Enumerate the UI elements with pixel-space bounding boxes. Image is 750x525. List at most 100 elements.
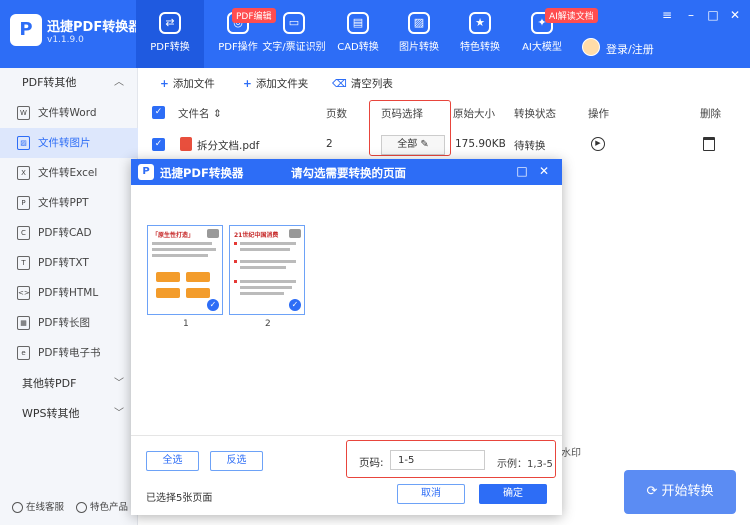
sidebar-group-label: WPS转其他 xyxy=(22,407,80,420)
sidebar-item-word[interactable]: W 文件转Word xyxy=(0,98,138,128)
sidebar-item-label: 文件转Word xyxy=(38,107,97,119)
pdf-file-icon xyxy=(180,137,192,151)
file-size: 175.90KB xyxy=(455,138,506,150)
image-icon: ▨ xyxy=(17,136,30,150)
page-range-label: 页码: xyxy=(359,457,384,469)
close-icon[interactable]: ✕ xyxy=(728,8,742,22)
ai-doc-badge: AI解读文档 xyxy=(545,8,598,23)
nav-special[interactable]: ★ 特色转换 xyxy=(446,0,514,68)
sidebar-group-other-to-pdf[interactable]: 其他转PDF ﹀ xyxy=(0,369,138,399)
word-icon: W xyxy=(17,106,30,120)
page-thumbnail-1[interactable]: 「原生性打造」 ✓ xyxy=(147,225,223,315)
text-line xyxy=(152,248,216,251)
file-name: 拆分文档.pdf xyxy=(197,140,260,152)
app-logo: P xyxy=(10,14,42,46)
sidebar-item-cad[interactable]: C PDF转CAD xyxy=(0,218,138,248)
orange-block xyxy=(156,272,180,282)
file-status: 待转换 xyxy=(514,140,546,152)
col-filename[interactable]: 文件名 ⇕ xyxy=(178,106,222,121)
minimize-icon[interactable]: – xyxy=(684,8,698,22)
text-line xyxy=(240,248,290,251)
nav-pdf-convert[interactable]: ⇄ PDF转换 xyxy=(136,0,204,68)
featured-label: 特色产品 xyxy=(90,502,129,513)
text-line xyxy=(240,286,292,289)
txt-icon: T xyxy=(17,256,30,270)
long-image-icon: ▦ xyxy=(17,316,30,330)
avatar[interactable] xyxy=(582,38,600,56)
sidebar-group-wps-to-other[interactable]: WPS转其他 ﹀ xyxy=(0,399,138,429)
nav-label: PDF转换 xyxy=(150,42,190,53)
selected-count: 已选择5张页面 xyxy=(146,493,213,504)
login-register-link[interactable]: 登录/注册 xyxy=(606,41,654,57)
start-convert-button[interactable]: ⟳ 开始转换 xyxy=(624,470,736,514)
confirm-button[interactable]: 确定 xyxy=(479,484,547,504)
delete-icon[interactable] xyxy=(703,137,715,151)
play-icon[interactable]: ▶ xyxy=(591,137,605,151)
select-all-button[interactable]: 全选 xyxy=(146,451,199,471)
menu-icon[interactable]: ≡ xyxy=(660,8,674,22)
page-select-dialog: P 迅捷PDF转换器 请勾选需要转换的页面 □ ✕ 「原生性打造」 ✓ 1 21… xyxy=(131,159,562,515)
file-pages: 2 xyxy=(326,138,333,150)
nav-label: PDF操作 xyxy=(218,42,258,53)
nav-label: 图片转换 xyxy=(399,42,439,53)
zoom-icon[interactable] xyxy=(207,229,219,238)
text-line xyxy=(152,242,212,245)
html-icon: <> xyxy=(17,286,30,300)
col-status: 转换状态 xyxy=(514,108,556,120)
cancel-button[interactable]: 取消 xyxy=(397,484,465,504)
sidebar-item-image[interactable]: ▨ 文件转图片 xyxy=(0,128,138,158)
sidebar-item-ebook[interactable]: e PDF转电子书 xyxy=(0,338,138,368)
page-range-input[interactable] xyxy=(390,450,485,470)
chevron-down-icon: ﹀ xyxy=(114,378,124,389)
check-icon[interactable]: ✓ xyxy=(207,299,219,311)
row-checkbox[interactable]: ✓ xyxy=(152,138,165,151)
convert-icon: ⇄ xyxy=(159,12,181,34)
excel-icon: X xyxy=(17,166,30,180)
nav-label: AI大模型 xyxy=(522,42,562,53)
add-folder-button[interactable]: + 添加文件夹 xyxy=(243,76,308,91)
featured-products-link[interactable]: 特色产品 xyxy=(76,499,128,513)
chevron-up-icon: ︿ xyxy=(114,77,124,88)
nav-image[interactable]: ▨ 图片转换 xyxy=(385,0,453,68)
nav-label: 特色转换 xyxy=(460,42,500,53)
watermark-option[interactable]: 水印 xyxy=(561,444,581,459)
sidebar-item-txt[interactable]: T PDF转TXT xyxy=(0,248,138,278)
orange-block xyxy=(156,288,180,298)
maximize-icon[interactable]: □ xyxy=(706,8,720,22)
add-file-button[interactable]: + 添加文件 xyxy=(160,76,215,91)
orange-block xyxy=(186,288,210,298)
nav-cad[interactable]: ▤ CAD转换 xyxy=(324,0,392,68)
zoom-icon[interactable] xyxy=(289,229,301,238)
sidebar-item-label: PDF转HTML xyxy=(38,287,99,299)
sidebar-item-long-image[interactable]: ▦ PDF转长图 xyxy=(0,308,138,338)
sidebar-item-excel[interactable]: X 文件转Excel xyxy=(0,158,138,188)
bullet xyxy=(234,242,237,245)
sidebar-item-ppt[interactable]: P 文件转PPT xyxy=(0,188,138,218)
text-line xyxy=(240,260,296,263)
text-line xyxy=(240,242,296,245)
page-number-2: 2 xyxy=(265,319,271,329)
online-support-link[interactable]: 在线客服 xyxy=(12,499,64,513)
sidebar-item-html[interactable]: <> PDF转HTML xyxy=(0,278,138,308)
plus-icon: + xyxy=(160,78,169,90)
sidebar-group-pdf-to-other[interactable]: PDF转其他 ︿ xyxy=(0,68,138,98)
invert-selection-button[interactable]: 反选 xyxy=(210,451,263,471)
box-icon xyxy=(76,502,87,513)
clear-list-button[interactable]: ⌫ 清空列表 xyxy=(332,76,393,91)
sidebar-item-label: PDF转TXT xyxy=(38,257,89,269)
bullet xyxy=(234,280,237,283)
col-action: 操作 xyxy=(588,108,609,120)
sidebar-item-label: PDF转CAD xyxy=(38,227,92,239)
ppt-icon: P xyxy=(17,196,30,210)
orange-block xyxy=(186,272,210,282)
page-heading: 「原生性打造」 xyxy=(152,232,195,239)
dialog-app-name: 迅捷PDF转换器 xyxy=(160,166,244,180)
close-icon[interactable]: ✕ xyxy=(537,164,551,178)
page-thumbnail-2[interactable]: 21世纪中国消费 ✓ xyxy=(229,225,305,315)
maximize-icon[interactable]: □ xyxy=(515,164,529,178)
check-icon[interactable]: ✓ xyxy=(289,299,301,311)
plus-icon: + xyxy=(243,78,252,90)
sort-icon: ⇕ xyxy=(212,108,222,120)
nav-ocr[interactable]: ▭ 文字/票证识别 xyxy=(260,0,328,68)
select-all-checkbox[interactable]: ✓ xyxy=(152,106,165,119)
